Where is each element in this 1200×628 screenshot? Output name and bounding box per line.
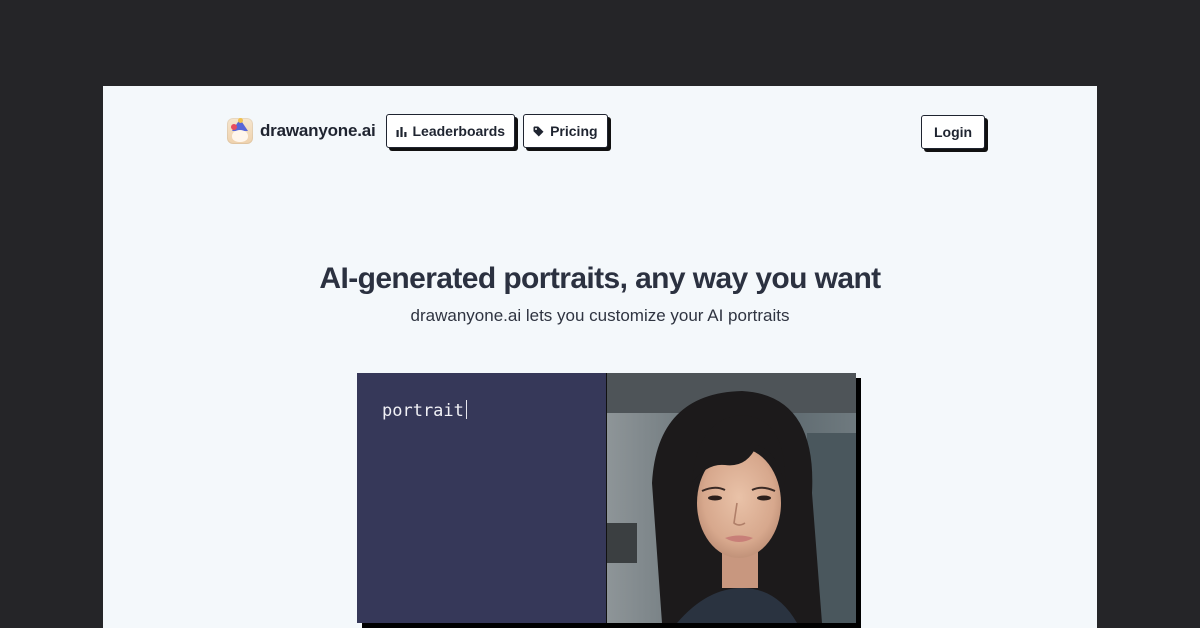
logo-dot-red — [231, 124, 237, 130]
prompt-panel: portrait — [357, 373, 606, 623]
brand-name[interactable]: drawanyone.ai — [260, 121, 376, 141]
leaderboards-label: Leaderboards — [412, 123, 506, 139]
demo-card: portrait — [357, 373, 856, 623]
hero-subtitle: drawanyone.ai lets you customize your AI… — [410, 306, 790, 325]
prompt-text: portrait — [382, 401, 464, 421]
top-nav: drawanyone.ai Leaderboards Pricing — [227, 114, 608, 148]
text-cursor — [465, 400, 467, 419]
portrait-photo-graphic — [607, 373, 856, 623]
bar-chart-icon — [396, 126, 406, 137]
logo-dot-yellow — [238, 118, 243, 123]
portrait-image — [606, 373, 856, 623]
tag-icon — [533, 126, 544, 136]
pricing-label: Pricing — [550, 123, 598, 139]
browser-window: drawanyone.ai Leaderboards Pricing Login… — [103, 86, 1097, 628]
leaderboards-button[interactable]: Leaderboards — [385, 114, 516, 148]
hero-title: AI-generated portraits, any way you want — [319, 262, 881, 295]
logo-face-shape — [232, 130, 248, 142]
pricing-button[interactable]: Pricing — [523, 114, 608, 148]
logo-icon[interactable] — [227, 118, 253, 144]
login-button[interactable]: Login — [921, 115, 986, 149]
